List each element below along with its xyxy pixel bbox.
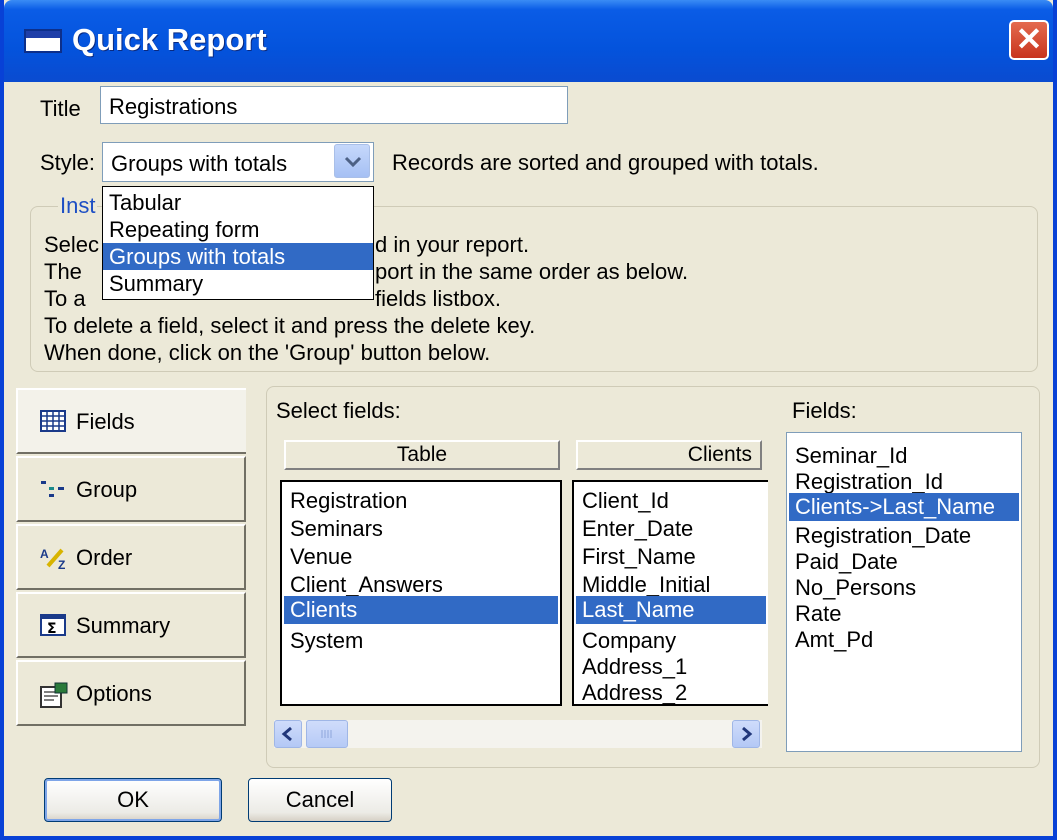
scroll-left-button[interactable] [274,720,302,748]
svg-text:A: A [40,547,49,561]
column-item[interactable]: Address_1 [582,654,687,680]
field-item[interactable]: No_Persons [795,575,916,601]
instruction-line-2-end: port in the same order as below. [375,259,689,284]
tab-group-label: Group [76,477,138,502]
table-item[interactable]: Venue [290,544,352,570]
svg-text:Σ: Σ [47,621,57,636]
svg-text:Z: Z [58,558,65,570]
tab-summary[interactable]: Σ Summary [16,592,246,658]
grip-icon [321,730,332,738]
column-item[interactable]: Client_Id [582,488,669,514]
table-item[interactable]: Seminars [290,516,383,542]
sigma-icon: Σ [40,614,66,638]
options-icon [40,682,68,708]
style-dropdown-list: Tabular Repeating form Groups with total… [102,186,374,300]
table-item[interactable]: System [290,628,363,654]
column-item-selected[interactable]: Last_Name [576,596,766,624]
window-title: Quick Report [72,22,267,57]
close-button[interactable]: ✕ [1009,20,1049,60]
field-item-selected[interactable]: Clients->Last_Name [789,493,1019,521]
instruction-line-2-start: The [44,259,82,284]
tab-options-label: Options [76,681,152,706]
column-item[interactable]: Middle_Initial [582,572,710,598]
instruction-line-5: When done, click on the 'Group' button b… [44,340,491,365]
arrow-right-icon [742,726,753,742]
fields-list-label: Fields: [792,398,857,423]
instruction-line-4: To delete a field, select it and press t… [44,313,536,338]
style-option-repeating-form[interactable]: Repeating form [103,216,373,243]
cancel-button[interactable]: Cancel [248,778,392,822]
arrow-left-icon [281,726,292,742]
style-option-groups-with-totals[interactable]: Groups with totals [103,243,373,270]
tab-options[interactable]: Options [16,660,246,726]
column-item[interactable]: Enter_Date [582,516,693,542]
tab-order[interactable]: AZ Order [16,524,246,590]
field-item[interactable]: Registration_Date [795,523,971,549]
style-select-value: Groups with totals [111,151,288,176]
group-tree-icon [40,478,66,502]
quick-report-dialog: Quick Report ✕ Title Registrations Style… [0,0,1057,840]
table-item-selected[interactable]: Clients [284,596,558,624]
style-description: Records are sorted and grouped with tota… [392,150,819,175]
style-label: Style: [40,150,96,175]
title-bar[interactable]: Quick Report ✕ [4,0,1053,82]
title-label: Title [40,96,81,121]
scroll-thumb[interactable] [306,720,348,748]
field-item[interactable]: Registration_Id [795,469,943,495]
scroll-right-button[interactable] [732,720,760,748]
title-input-value: Registrations [109,94,238,119]
ok-button[interactable]: OK [44,778,222,822]
field-item[interactable]: Seminar_Id [795,443,908,469]
instruction-line-1-end: d in your report. [375,232,530,257]
table-column-header[interactable]: Table [284,440,560,470]
field-item[interactable]: Rate [795,601,841,627]
tab-summary-label: Summary [76,613,171,638]
column-item[interactable]: Company [582,628,676,654]
style-option-tabular[interactable]: Tabular [103,189,373,216]
table-item[interactable]: Client_Answers [290,572,443,598]
instruction-line-3-start: To a [44,286,86,311]
instruction-line-1-start: Selec [44,232,100,257]
select-fields-label: Select fields: [276,398,401,423]
column-item[interactable]: First_Name [582,544,696,570]
column-item[interactable]: Address_2 [582,680,687,704]
sort-az-icon: AZ [40,546,66,572]
clients-column-header[interactable]: Clients [576,440,762,470]
field-item[interactable]: Paid_Date [795,549,898,575]
style-dropdown-button[interactable] [334,144,370,178]
horizontal-scrollbar[interactable] [274,720,762,748]
fields-grid-icon [40,410,66,434]
style-option-summary[interactable]: Summary [103,270,373,296]
title-input[interactable]: Registrations [100,86,568,124]
tab-group[interactable]: Group [16,456,246,522]
window-icon [24,29,62,53]
clients-fields-listbox[interactable]: Client_Id Enter_Date First_Name Middle_I… [572,480,768,706]
tab-fields-label: Fields [76,409,135,434]
selected-fields-listbox[interactable]: Seminar_Id Registration_Id Clients->Last… [786,432,1022,752]
table-item[interactable]: Registration [290,488,407,514]
tab-fields[interactable]: Fields [16,388,246,454]
chevron-down-icon [344,156,362,168]
field-item[interactable]: Amt_Pd [795,627,873,653]
instructions-legend: Inst [58,193,98,219]
instruction-line-3-end: fields listbox. [375,286,501,311]
tab-order-label: Order [76,545,133,570]
tables-listbox[interactable]: Registration Seminars Venue Client_Answe… [280,480,562,706]
